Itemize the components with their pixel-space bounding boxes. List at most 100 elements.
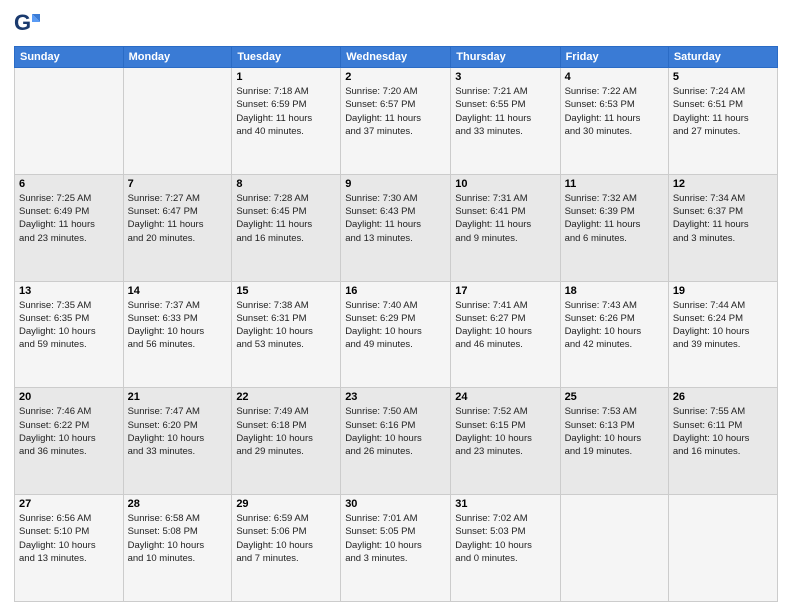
day-number: 27 xyxy=(19,498,119,510)
day-number: 4 xyxy=(565,71,664,83)
day-info: Sunrise: 7:41 AM Sunset: 6:27 PM Dayligh… xyxy=(455,299,555,352)
calendar-cell: 24 Sunrise: 7:52 AM Sunset: 6:15 PM Dayli… xyxy=(451,388,560,495)
calendar-cell: 31Sunrise: 7:02 AM Sunset: 5:03 PM Dayli… xyxy=(451,495,560,602)
page-container: G Sunday Monday Tuesday Wednesday Thursd… xyxy=(0,0,792,612)
col-wednesday: Wednesday xyxy=(341,47,451,68)
calendar-week-row: 27 Sunrise: 6:56 AM Sunset: 5:10 PM Dayli… xyxy=(15,495,778,602)
day-info: Sunrise: 6:59 AM Sunset: 5:06 PM Dayligh… xyxy=(236,512,336,565)
calendar-cell: 17 Sunrise: 7:41 AM Sunset: 6:27 PM Dayli… xyxy=(451,281,560,388)
day-number: 21 xyxy=(128,391,228,403)
day-info: Sunrise: 7:27 AM Sunset: 6:47 PM Dayligh… xyxy=(128,192,228,245)
day-number: 19 xyxy=(673,285,773,297)
calendar-body: 1 Sunrise: 7:18 AM Sunset: 6:59 PM Daylig… xyxy=(15,68,778,602)
calendar-cell: 26 Sunrise: 7:55 AM Sunset: 6:11 PM Dayli… xyxy=(668,388,777,495)
day-number: 9 xyxy=(345,178,446,190)
calendar-cell: 27 Sunrise: 6:56 AM Sunset: 5:10 PM Dayli… xyxy=(15,495,124,602)
svg-text:G: G xyxy=(14,10,31,35)
day-number: 18 xyxy=(565,285,664,297)
calendar-cell: 10 Sunrise: 7:31 AM Sunset: 6:41 PM Dayli… xyxy=(451,174,560,281)
day-number: 15 xyxy=(236,285,336,297)
calendar-cell: 1 Sunrise: 7:18 AM Sunset: 6:59 PM Daylig… xyxy=(232,68,341,175)
day-info: Sunrise: 6:56 AM Sunset: 5:10 PM Dayligh… xyxy=(19,512,119,565)
day-info: Sunrise: 7:18 AM Sunset: 6:59 PM Dayligh… xyxy=(236,85,336,138)
calendar-cell: 4 Sunrise: 7:22 AM Sunset: 6:53 PM Daylig… xyxy=(560,68,668,175)
calendar-cell xyxy=(123,68,232,175)
day-info: Sunrise: 7:31 AM Sunset: 6:41 PM Dayligh… xyxy=(455,192,555,245)
calendar-cell: 9 Sunrise: 7:30 AM Sunset: 6:43 PM Daylig… xyxy=(341,174,451,281)
calendar-week-row: 13 Sunrise: 7:35 AM Sunset: 6:35 PM Dayli… xyxy=(15,281,778,388)
calendar-cell: 20 Sunrise: 7:46 AM Sunset: 6:22 PM Dayli… xyxy=(15,388,124,495)
calendar-cell: 19 Sunrise: 7:44 AM Sunset: 6:24 PM Dayli… xyxy=(668,281,777,388)
day-info: Sunrise: 7:44 AM Sunset: 6:24 PM Dayligh… xyxy=(673,299,773,352)
calendar-cell xyxy=(668,495,777,602)
calendar-cell: 13 Sunrise: 7:35 AM Sunset: 6:35 PM Dayli… xyxy=(15,281,124,388)
day-number: 8 xyxy=(236,178,336,190)
col-thursday: Thursday xyxy=(451,47,560,68)
day-number: 2 xyxy=(345,71,446,83)
day-info: Sunrise: 7:50 AM Sunset: 6:16 PM Dayligh… xyxy=(345,405,446,458)
calendar-cell: 29Sunrise: 6:59 AM Sunset: 5:06 PM Dayli… xyxy=(232,495,341,602)
calendar-cell: 21Sunrise: 7:47 AM Sunset: 6:20 PM Dayli… xyxy=(123,388,232,495)
day-number: 23 xyxy=(345,391,446,403)
header-row: Sunday Monday Tuesday Wednesday Thursday… xyxy=(15,47,778,68)
calendar-cell: 15Sunrise: 7:38 AM Sunset: 6:31 PM Dayli… xyxy=(232,281,341,388)
calendar-cell: 22Sunrise: 7:49 AM Sunset: 6:18 PM Dayli… xyxy=(232,388,341,495)
day-number: 6 xyxy=(19,178,119,190)
day-info: Sunrise: 7:43 AM Sunset: 6:26 PM Dayligh… xyxy=(565,299,664,352)
day-number: 25 xyxy=(565,391,664,403)
calendar-cell: 23 Sunrise: 7:50 AM Sunset: 6:16 PM Dayli… xyxy=(341,388,451,495)
day-info: Sunrise: 7:52 AM Sunset: 6:15 PM Dayligh… xyxy=(455,405,555,458)
day-number: 10 xyxy=(455,178,555,190)
calendar-cell: 30Sunrise: 7:01 AM Sunset: 5:05 PM Dayli… xyxy=(341,495,451,602)
day-number: 20 xyxy=(19,391,119,403)
day-info: Sunrise: 7:21 AM Sunset: 6:55 PM Dayligh… xyxy=(455,85,555,138)
calendar-cell: 8 Sunrise: 7:28 AM Sunset: 6:45 PM Daylig… xyxy=(232,174,341,281)
calendar-week-row: 1 Sunrise: 7:18 AM Sunset: 6:59 PM Daylig… xyxy=(15,68,778,175)
calendar-cell xyxy=(560,495,668,602)
day-number: 28 xyxy=(128,498,228,510)
day-info: Sunrise: 7:46 AM Sunset: 6:22 PM Dayligh… xyxy=(19,405,119,458)
day-info: Sunrise: 7:37 AM Sunset: 6:33 PM Dayligh… xyxy=(128,299,228,352)
day-number: 24 xyxy=(455,391,555,403)
calendar-cell: 12 Sunrise: 7:34 AM Sunset: 6:37 PM Dayli… xyxy=(668,174,777,281)
col-saturday: Saturday xyxy=(668,47,777,68)
calendar-cell: 5Sunrise: 7:24 AM Sunset: 6:51 PM Daylig… xyxy=(668,68,777,175)
calendar-cell: 28 Sunrise: 6:58 AM Sunset: 5:08 PM Dayli… xyxy=(123,495,232,602)
day-number: 12 xyxy=(673,178,773,190)
day-number: 5 xyxy=(673,71,773,83)
calendar-cell: 18 Sunrise: 7:43 AM Sunset: 6:26 PM Dayli… xyxy=(560,281,668,388)
calendar-cell xyxy=(15,68,124,175)
day-info: Sunrise: 7:01 AM Sunset: 5:05 PM Dayligh… xyxy=(345,512,446,565)
day-number: 17 xyxy=(455,285,555,297)
day-number: 16 xyxy=(345,285,446,297)
calendar-table: Sunday Monday Tuesday Wednesday Thursday… xyxy=(14,46,778,602)
day-number: 13 xyxy=(19,285,119,297)
day-info: Sunrise: 7:20 AM Sunset: 6:57 PM Dayligh… xyxy=(345,85,446,138)
col-sunday: Sunday xyxy=(15,47,124,68)
day-info: Sunrise: 7:34 AM Sunset: 6:37 PM Dayligh… xyxy=(673,192,773,245)
day-info: Sunrise: 6:58 AM Sunset: 5:08 PM Dayligh… xyxy=(128,512,228,565)
day-info: Sunrise: 7:30 AM Sunset: 6:43 PM Dayligh… xyxy=(345,192,446,245)
day-number: 14 xyxy=(128,285,228,297)
calendar-cell: 14 Sunrise: 7:37 AM Sunset: 6:33 PM Dayli… xyxy=(123,281,232,388)
calendar-cell: 11Sunrise: 7:32 AM Sunset: 6:39 PM Dayli… xyxy=(560,174,668,281)
calendar-header: Sunday Monday Tuesday Wednesday Thursday… xyxy=(15,47,778,68)
day-info: Sunrise: 7:53 AM Sunset: 6:13 PM Dayligh… xyxy=(565,405,664,458)
day-info: Sunrise: 7:55 AM Sunset: 6:11 PM Dayligh… xyxy=(673,405,773,458)
day-info: Sunrise: 7:35 AM Sunset: 6:35 PM Dayligh… xyxy=(19,299,119,352)
day-info: Sunrise: 7:22 AM Sunset: 6:53 PM Dayligh… xyxy=(565,85,664,138)
calendar-cell: 16 Sunrise: 7:40 AM Sunset: 6:29 PM Dayli… xyxy=(341,281,451,388)
day-number: 26 xyxy=(673,391,773,403)
header: G xyxy=(14,10,778,38)
day-number: 31 xyxy=(455,498,555,510)
day-number: 22 xyxy=(236,391,336,403)
calendar-cell: 25 Sunrise: 7:53 AM Sunset: 6:13 PM Dayli… xyxy=(560,388,668,495)
col-monday: Monday xyxy=(123,47,232,68)
calendar-cell: 2 Sunrise: 7:20 AM Sunset: 6:57 PM Daylig… xyxy=(341,68,451,175)
day-info: Sunrise: 7:40 AM Sunset: 6:29 PM Dayligh… xyxy=(345,299,446,352)
calendar-week-row: 6Sunrise: 7:25 AM Sunset: 6:49 PM Daylig… xyxy=(15,174,778,281)
day-number: 1 xyxy=(236,71,336,83)
day-info: Sunrise: 7:28 AM Sunset: 6:45 PM Dayligh… xyxy=(236,192,336,245)
col-tuesday: Tuesday xyxy=(232,47,341,68)
day-number: 11 xyxy=(565,178,664,190)
